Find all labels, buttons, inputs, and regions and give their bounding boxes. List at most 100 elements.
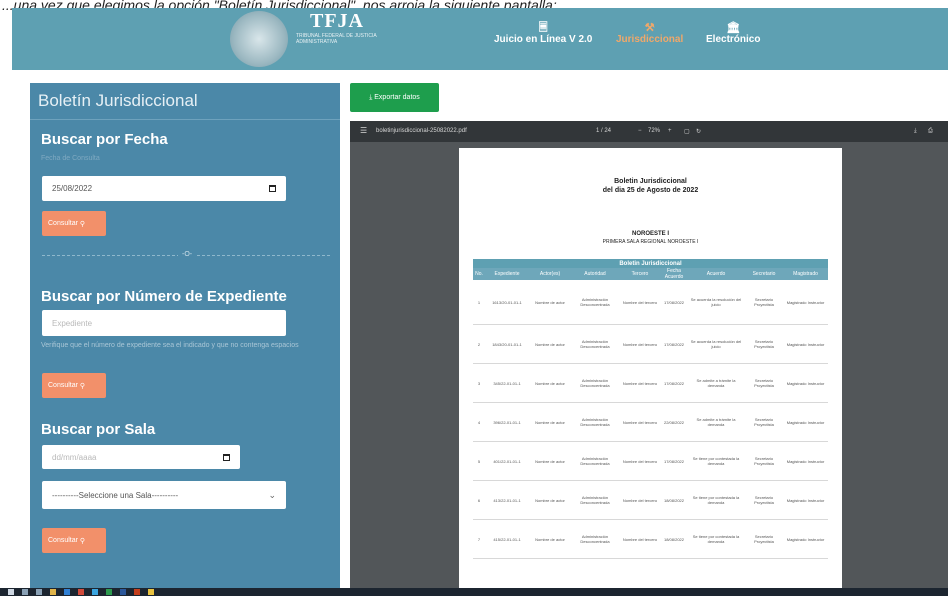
table-cell: 17/08/2022 xyxy=(661,363,687,403)
column-header: Expediente xyxy=(485,268,529,280)
table-cell: Magistrado Instructor xyxy=(783,280,829,325)
coat-of-arms-seal-icon xyxy=(230,11,288,67)
doc-region-subtitle: PRIMERA SALA REGIONAL NOROESTE I xyxy=(602,239,699,245)
table-body: 1 1613/20-01-01-1 Nombre de actor Administr… xyxy=(473,280,829,559)
table-cell: Administración Desconcentrada xyxy=(571,363,619,403)
search-icon: ⚲ xyxy=(79,220,86,228)
nav-item-label: Electrónico xyxy=(706,34,761,45)
table-cell: Nombre de actor xyxy=(529,402,571,442)
table-row: 7 415/22-01-01-1 Nombre de actor Administra… xyxy=(473,519,829,559)
bulletin-table: Boletin Jurisdiccional No. Expediente Ac… xyxy=(473,259,829,559)
office-icon[interactable] xyxy=(78,589,84,595)
table-cell: 3 xyxy=(473,363,485,403)
export-label: Exportar datos xyxy=(374,94,420,101)
edge-browser-icon[interactable] xyxy=(64,589,70,595)
download-icon[interactable]: ⤓ xyxy=(914,128,917,135)
sala-select[interactable]: ----------Seleccione una Sala---------- … xyxy=(42,481,286,509)
page-indicator[interactable]: 1 / 24 xyxy=(596,128,611,134)
chrome-icon[interactable] xyxy=(148,589,154,595)
excel-icon[interactable] xyxy=(106,589,112,595)
table-cell: Administración Desconcentrada xyxy=(571,519,619,559)
table-cell: 17/08/2022 xyxy=(661,280,687,325)
search-icon: ⚲ xyxy=(79,382,86,390)
table-cell: Nombre de actor xyxy=(529,519,571,559)
table-cell: 5 xyxy=(473,441,485,481)
building-icon: 🏛 xyxy=(726,22,741,34)
outlook-icon[interactable] xyxy=(92,589,98,595)
date-input-value: 25/08/2022 xyxy=(52,184,93,193)
table-cell: Magistrado Instructor xyxy=(783,402,829,442)
date-field-label: Fecha de Consulta xyxy=(41,155,100,162)
sidebar-title: Boletín Jurisdiccional xyxy=(38,91,198,110)
table-cell: 17/08/2022 xyxy=(661,441,687,481)
table-cell: 413/22-01-01-1 xyxy=(485,480,529,520)
calendar-icon[interactable] xyxy=(223,453,230,461)
table-cell: Nombre del tercero xyxy=(619,280,661,325)
table-cell: Nombre del tercero xyxy=(619,519,661,559)
file-explorer-icon[interactable] xyxy=(50,589,56,595)
table-cell: 396/22-01-01-1 xyxy=(485,402,529,442)
doc-title: Boletin Jurisdiccional xyxy=(614,178,687,185)
table-row: 2 1843/20-01-01-1 Nombre de actor Administr… xyxy=(473,324,829,364)
menu-icon[interactable]: ☰ xyxy=(360,126,367,135)
column-header: Fecha Acuerdo xyxy=(661,268,687,280)
powerpoint-icon[interactable] xyxy=(134,589,140,595)
date-input[interactable]: 25/08/2022 xyxy=(42,176,286,201)
column-header: Acuerdo xyxy=(687,268,745,280)
zoom-out-icon[interactable]: − xyxy=(638,128,642,134)
table-cell: Magistrado Instructor xyxy=(783,441,829,481)
table-cell: 6 xyxy=(473,480,485,520)
download-icon: ⤓ xyxy=(369,93,373,101)
table-cell: Se acuerda la resolución del juicio xyxy=(687,280,745,325)
windows-start-icon[interactable] xyxy=(8,589,14,595)
pdf-toolbar: ☰ boletinjurisdiccional-25082022.pdf 1 /… xyxy=(350,121,948,142)
doc-region: NOROESTE I xyxy=(631,231,669,237)
nav-item-jurisdiccional[interactable]: ⚒ Jurisdiccional xyxy=(616,22,683,45)
table-cell: 18/08/2022 xyxy=(661,480,687,520)
column-header: Actor(es) xyxy=(529,268,571,280)
task-view-icon[interactable] xyxy=(36,589,42,595)
table-cell: Secretario Proyectista xyxy=(745,480,783,520)
table-cell: 4 xyxy=(473,402,485,442)
table-cell: Administración Desconcentrada xyxy=(571,441,619,481)
zoom-in-icon[interactable]: + xyxy=(668,128,672,134)
document-icon: 🗏 xyxy=(538,22,548,34)
rotate-icon[interactable]: ↻ xyxy=(696,128,701,135)
pdf-page: Boletin Jurisdiccional del dia 25 de Ago… xyxy=(459,148,842,588)
consult-by-number-button[interactable]: Consultar ⚲ xyxy=(42,373,106,398)
table-cell: Secretario Proyectista xyxy=(745,363,783,403)
nav-item-electronico[interactable]: 🏛 Electrónico xyxy=(706,22,760,45)
brand-subtitle: TRIBUNAL FEDERAL DE JUSTICIA ADMINISTRAT… xyxy=(296,33,377,45)
export-data-button[interactable]: ⤓ Exportar datos xyxy=(350,83,439,112)
consult-by-date-button[interactable]: Consultar ⚲ xyxy=(42,211,106,236)
chevron-down-icon: ⌄ xyxy=(268,489,276,500)
word-icon[interactable] xyxy=(120,589,126,595)
calendar-icon[interactable] xyxy=(269,185,276,192)
search-icon[interactable] xyxy=(22,589,28,595)
consult-by-sala-button[interactable]: Consultar ⚲ xyxy=(42,528,106,553)
table-cell: 345/22-01-01-1 xyxy=(485,363,529,403)
search-by-number-heading: Buscar por Número de Expediente xyxy=(41,288,287,305)
column-header: Secretario xyxy=(745,268,783,280)
case-number-input[interactable]: Expediente xyxy=(42,310,286,336)
table-cell: Se admite a trámite la demanda xyxy=(687,402,745,442)
pdf-viewer: ☰ boletinjurisdiccional-25082022.pdf 1 /… xyxy=(350,121,948,588)
sala-select-value: ----------Seleccione una Sala---------- xyxy=(52,490,179,500)
table-cell: 22/08/2022 xyxy=(661,402,687,442)
table-cell: Magistrado Instructor xyxy=(783,519,829,559)
sala-date-input[interactable]: dd/mm/aaaa xyxy=(42,445,240,469)
brand[interactable]: TFJA TRIBUNAL FEDERAL DE JUSTICIA ADMINI… xyxy=(296,10,391,45)
zoom-level[interactable]: 72% xyxy=(648,128,660,134)
button-label: Consultar xyxy=(48,537,78,544)
column-header: Tercero xyxy=(619,268,661,280)
table-cell: Administración Desconcentrada xyxy=(571,402,619,442)
table-cell: Magistrado Instructor xyxy=(783,363,829,403)
table-cell: Se admite a trámite la demanda xyxy=(687,363,745,403)
table-cell: Se tiene por contestada la demanda xyxy=(687,480,745,520)
top-navigation-bar: TFJA TRIBUNAL FEDERAL DE JUSTICIA ADMINI… xyxy=(12,8,948,70)
divider xyxy=(30,119,340,120)
nav-item-juicio-en-linea[interactable]: 🗏 Juicio en Línea V 2.0 xyxy=(494,22,592,45)
print-icon[interactable]: ⎙ xyxy=(928,128,933,135)
fit-page-icon[interactable]: ▢ xyxy=(684,128,690,135)
table-cell: 17/08/2022 xyxy=(661,324,687,364)
